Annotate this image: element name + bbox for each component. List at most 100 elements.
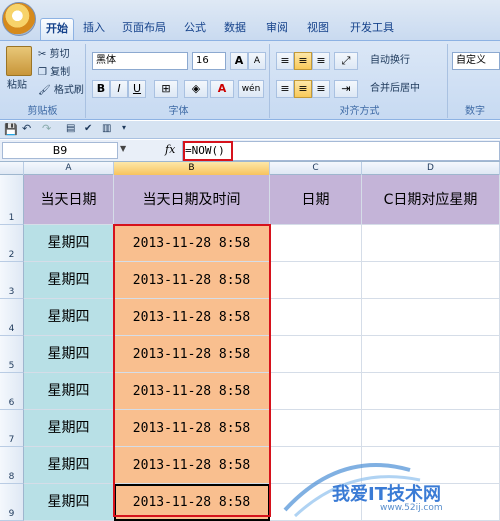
tab-home[interactable]: 开始 xyxy=(40,18,74,40)
align-bottom-icon: ≡ xyxy=(316,54,326,67)
date-cell[interactable] xyxy=(270,336,362,373)
cut-button[interactable]: ✂ 剪切 xyxy=(38,47,70,65)
align-center-button[interactable]: ≡ xyxy=(294,80,312,98)
number-group-label: 数字 xyxy=(465,106,485,117)
header-cell-a[interactable]: 当天日期 xyxy=(24,175,114,225)
align-right-button[interactable]: ≡ xyxy=(312,80,330,98)
column-header-b[interactable]: B xyxy=(114,162,270,175)
orientation-icon: ⤢ xyxy=(341,54,351,67)
quick-access-toolbar: 💾 ↶ ↷ ▤ ✔ ▥ ▾ xyxy=(0,121,500,139)
paste-button[interactable]: 粘贴 xyxy=(7,78,27,96)
date-cell[interactable] xyxy=(270,262,362,299)
paste-icon[interactable] xyxy=(6,46,32,76)
shrink-font-button[interactable]: A xyxy=(248,52,266,70)
insert-function-icon[interactable]: fx xyxy=(165,143,175,156)
column-header-a[interactable]: A xyxy=(24,162,114,175)
wrap-text-button[interactable]: 自动换行 xyxy=(370,53,410,71)
column-b-highlight-box xyxy=(113,224,271,517)
weekday-of-c-cell[interactable] xyxy=(362,336,500,373)
name-box[interactable]: B9 xyxy=(2,142,118,159)
orientation-button[interactable]: ⤢ xyxy=(334,52,358,70)
weekday-cell[interactable]: 星期四 xyxy=(24,484,114,521)
weekday-of-c-cell[interactable] xyxy=(362,262,500,299)
date-cell[interactable] xyxy=(270,299,362,336)
name-box-dropdown-icon[interactable]: ▼ xyxy=(120,144,126,153)
grow-font-button[interactable]: A xyxy=(230,52,248,70)
number-group: 自定义 数字 xyxy=(450,44,500,118)
font-size-select[interactable]: 16 xyxy=(192,52,226,70)
align-middle-button[interactable]: ≡ xyxy=(294,52,312,70)
tab-view[interactable]: 视图 xyxy=(303,18,333,40)
tab-review[interactable]: 审阅 xyxy=(262,18,292,40)
header-cell-b[interactable]: 当天日期及时间 xyxy=(114,175,270,225)
weekday-of-c-cell[interactable] xyxy=(362,299,500,336)
weekday-of-c-cell[interactable] xyxy=(362,373,500,410)
date-cell[interactable] xyxy=(270,225,362,262)
row-header[interactable]: 4 xyxy=(0,299,24,336)
column-header-c[interactable]: C xyxy=(270,162,362,175)
tab-developer[interactable]: 开发工具 xyxy=(344,18,400,40)
format-painter-button[interactable]: 🖌 格式刷 xyxy=(38,83,84,101)
weekday-cell[interactable]: 星期四 xyxy=(24,225,114,262)
clipboard-group-label: 剪贴板 xyxy=(27,106,58,117)
weekday-of-c-cell[interactable] xyxy=(362,225,500,262)
font-group-label: 字体 xyxy=(168,106,189,117)
print-preview-icon[interactable]: ▤ xyxy=(66,123,75,134)
scissors-icon: ✂ xyxy=(38,49,47,60)
office-button[interactable] xyxy=(2,2,36,36)
tab-insert[interactable]: 插入 xyxy=(80,18,108,40)
align-bottom-button[interactable]: ≡ xyxy=(312,52,330,70)
italic-button[interactable]: I xyxy=(110,80,128,98)
row-number: 1 xyxy=(8,213,15,223)
header-cell-c[interactable]: 日期 xyxy=(270,175,362,225)
fill-color-button[interactable]: ◈ xyxy=(184,80,208,98)
row-header[interactable]: 9 xyxy=(0,484,24,521)
number-format-select[interactable]: 自定义 xyxy=(452,52,500,70)
font-name-select[interactable]: 黑体 xyxy=(92,52,188,70)
weekday-cell[interactable]: 星期四 xyxy=(24,262,114,299)
column-header-d[interactable]: D xyxy=(362,162,500,175)
merge-center-button[interactable]: 合并后居中 xyxy=(370,81,420,99)
align-left-button[interactable]: ≡ xyxy=(276,80,294,98)
align-top-button[interactable]: ≡ xyxy=(276,52,294,70)
date-cell[interactable] xyxy=(270,373,362,410)
weekday-cell[interactable]: 星期四 xyxy=(24,299,114,336)
row-header[interactable]: 8 xyxy=(0,447,24,484)
undo-icon[interactable]: ↶ xyxy=(22,122,31,135)
row-number: 4 xyxy=(8,324,15,334)
row-header[interactable]: 6 xyxy=(0,373,24,410)
customize-qat-icon[interactable]: ▾ xyxy=(122,123,126,132)
column-headers: A B C D xyxy=(0,162,500,175)
weekday-cell[interactable]: 星期四 xyxy=(24,447,114,484)
formula-bar: B9 ▼ fx =NOW() xyxy=(0,140,500,162)
ribbon-tab-bar: 开始 插入 页面布局 公式 数据 审阅 视图 开发工具 xyxy=(0,0,500,40)
weekday-cell[interactable]: 星期四 xyxy=(24,410,114,447)
row-header[interactable]: 1 xyxy=(0,175,24,225)
row-header[interactable]: 2 xyxy=(0,225,24,262)
row-header[interactable]: 7 xyxy=(0,410,24,447)
row-header[interactable]: 3 xyxy=(0,262,24,299)
row-header[interactable]: 5 xyxy=(0,336,24,373)
tab-data[interactable]: 数据 xyxy=(220,18,250,40)
select-all-corner[interactable] xyxy=(0,162,24,175)
underline-button[interactable]: U xyxy=(128,80,146,98)
tab-page-layout[interactable]: 页面布局 xyxy=(116,18,172,40)
copy-button[interactable]: ❐ 复制 xyxy=(38,65,70,83)
save-icon[interactable]: 💾 xyxy=(4,123,18,136)
phonetic-button[interactable]: wén xyxy=(238,80,264,98)
brush-icon: 🖌 xyxy=(38,85,51,96)
weekday-cell[interactable]: 星期四 xyxy=(24,336,114,373)
copy-label: 复制 xyxy=(50,67,71,78)
header-cell-d[interactable]: C日期对应星期 xyxy=(362,175,500,225)
spelling-icon[interactable]: ✔ xyxy=(84,123,92,134)
indent-button[interactable]: ⇥ xyxy=(334,80,358,98)
tab-formulas[interactable]: 公式 xyxy=(180,18,210,40)
bold-button[interactable]: B xyxy=(92,80,110,98)
cut-label: 剪切 xyxy=(49,49,70,60)
font-color-button[interactable]: A xyxy=(210,80,234,98)
paint-bucket-icon: ◈ xyxy=(191,82,201,95)
borders-button[interactable]: ⊞ xyxy=(154,80,178,98)
redo-icon[interactable]: ↷ xyxy=(42,122,51,135)
weekday-cell[interactable]: 星期四 xyxy=(24,373,114,410)
chart-icon[interactable]: ▥ xyxy=(102,123,111,134)
